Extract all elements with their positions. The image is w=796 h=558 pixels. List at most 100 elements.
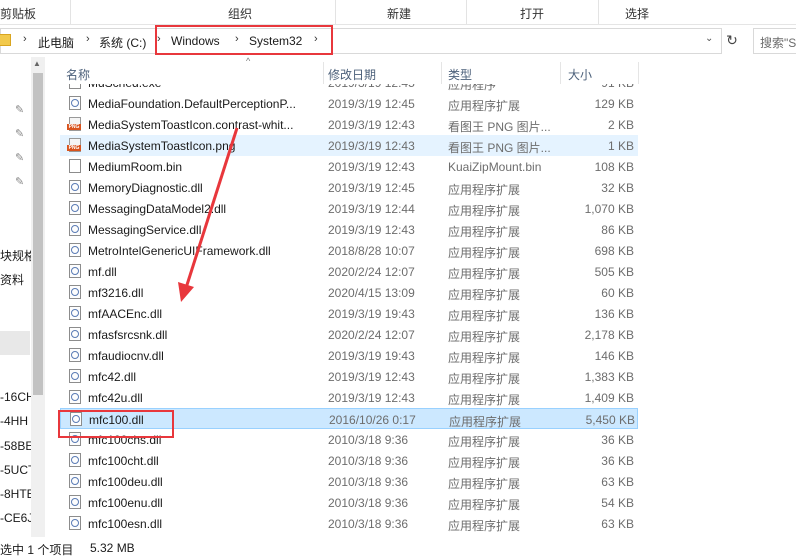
file-type: 应用程序扩展 [448,99,521,113]
ribbon-divider [598,0,599,24]
column-header-name[interactable]: 名称 [66,66,90,83]
file-date: 2010/3/18 9:36 [328,496,409,510]
dll-icon [69,285,81,299]
png-icon: PNG [67,138,81,152]
file-size: 36 KB [601,433,634,447]
file-size: 2,178 KB [584,328,634,342]
chevron-down-icon[interactable]: ⌄ [705,33,713,44]
file-size: 505 KB [594,265,634,279]
file-row[interactable]: mfc100enu.dll 2010/3/18 9:36 应用程序扩展 54 KB [60,492,638,513]
nav-item[interactable]: -CE6J [0,511,33,525]
file-type: 看图王 PNG 图片... [448,141,551,155]
pin-icon[interactable]: ✎ [15,151,24,164]
png-tag: PNG [67,145,81,151]
dll-icon [69,327,81,341]
dll-icon [69,348,81,362]
file-type: 应用程序扩展 [448,393,521,407]
nav-item[interactable]: -58BE [0,439,33,453]
dll-icon [69,96,81,110]
file-row[interactable]: mfc100esn.dll 2010/3/18 9:36 应用程序扩展 63 KB [60,513,638,534]
file-row[interactable]: mfc100deu.dll 2010/3/18 9:36 应用程序扩展 63 KB [60,471,638,492]
nav-item[interactable]: -8HTE [0,487,35,501]
refresh-icon[interactable]: ↻ [723,29,741,51]
file-row[interactable]: mf.dll 2020/2/24 12:07 应用程序扩展 505 KB [60,261,638,282]
status-bar: 选中 1 个项目 5.32 MB [0,539,796,557]
search-input[interactable]: 搜索"S [753,28,796,54]
file-row[interactable]: MdSched.exe 2019/3/19 12:45 应用程序 91 KB [60,84,638,93]
column-divider[interactable] [323,62,324,84]
file-row[interactable]: MemoryDiagnostic.dll 2019/3/19 12:45 应用程序扩… [60,177,638,198]
ribbon-divider [335,0,336,24]
file-row[interactable]: mfc100cht.dll 2010/3/18 9:36 应用程序扩展 36 KB [60,450,638,471]
dll-icon [69,390,81,404]
file-date: 2019/3/19 12:43 [328,391,415,405]
column-header-size[interactable]: 大小 [568,66,592,83]
file-type: 应用程序扩展 [448,351,521,365]
file-type: 应用程序扩展 [448,456,521,470]
file-size: 63 KB [601,475,634,489]
gear-icon [71,288,79,296]
file-row[interactable]: mfc42u.dll 2019/3/19 12:43 应用程序扩展 1,409 KB [60,387,638,408]
file-row[interactable]: MessagingDataModel2.dll 2019/3/19 12:44 应用… [60,198,638,219]
scrollbar-thumb[interactable] [33,73,43,395]
file-row[interactable]: MetroIntelGenericUIFramework.dll 2018/8/2… [60,240,638,261]
nav-item[interactable]: 资料 [0,271,24,288]
file-size: 1,409 KB [584,391,634,405]
column-header-date[interactable]: 修改日期 [328,66,376,83]
png-tag: PNG [67,124,81,130]
chevron-right-icon[interactable]: › [86,33,90,45]
file-size: 36 KB [601,454,634,468]
file-date: 2020/4/15 13:09 [328,286,415,300]
file-size: 86 KB [601,223,634,237]
file-type: 应用程序扩展 [448,477,521,491]
blank-file-icon [69,159,81,173]
file-row[interactable]: mfAACEnc.dll 2019/3/19 19:43 应用程序扩展 136 KB [60,303,638,324]
file-type: 应用程序扩展 [449,415,522,429]
file-type: 应用程序扩展 [448,183,521,197]
status-selected-size: 5.32 MB [90,541,135,555]
file-name: mf3216.dll [88,286,144,300]
nav-item[interactable]: -4HH [0,414,28,428]
column-divider[interactable] [560,62,561,84]
dll-icon [69,306,81,320]
nav-scrollbar[interactable]: ▲ [31,57,45,537]
gear-icon [71,267,79,275]
address-bar[interactable]: › 此电脑 › 系统 (C:) › Windows › System32 › ⌄ [0,28,722,54]
chevron-right-icon[interactable]: › [23,33,27,45]
column-divider[interactable] [638,62,639,84]
breadcrumb-this-pc[interactable]: 此电脑 [38,34,74,51]
column-header-type[interactable]: 类型 [448,66,472,83]
file-row[interactable]: mfaudiocnv.dll 2019/3/19 19:43 应用程序扩展 146 K… [60,345,638,366]
pin-icon[interactable]: ✎ [15,175,24,188]
file-date: 2020/2/24 12:07 [328,265,415,279]
dll-icon [69,369,81,383]
ribbon-group-open: 打开 [520,7,545,21]
file-row[interactable]: MediaFoundation.DefaultPerceptionP... 201… [60,93,638,114]
file-row[interactable]: mfc42.dll 2019/3/19 12:43 应用程序扩展 1,383 KB [60,366,638,387]
file-date: 2010/3/18 9:36 [328,433,409,447]
ribbon-group-clipboard: 剪贴板 [0,7,37,21]
file-row[interactable]: mf3216.dll 2020/4/15 13:09 应用程序扩展 60 KB [60,282,638,303]
file-date: 2019/3/19 12:43 [328,160,415,174]
gear-icon [71,498,79,506]
file-row[interactable]: mfasfsrcsnk.dll 2020/2/24 12:07 应用程序扩展 2,17… [60,324,638,345]
file-type: 应用程序扩展 [448,309,521,323]
sort-ascending-icon: ^ [246,56,251,66]
nav-selected-item[interactable] [0,331,30,355]
file-row[interactable]: PNG MediaSystemToastIcon.png 2019/3/19 12:… [60,135,638,156]
gear-icon [71,477,79,485]
file-row[interactable]: MediumRoom.bin 2019/3/19 12:43 KuaiZipMoun… [60,156,638,177]
file-row[interactable]: MessagingService.dll 2019/3/19 12:43 应用程序扩… [60,219,638,240]
pin-icon[interactable]: ✎ [15,103,24,116]
file-type: 看图王 PNG 图片... [448,120,551,134]
column-divider[interactable] [441,62,442,84]
file-type: 应用程序扩展 [448,498,521,512]
file-type: 应用程序扩展 [448,330,521,344]
pin-icon[interactable]: ✎ [15,127,24,140]
scroll-up-icon[interactable]: ▲ [33,59,41,68]
ribbon-group-new: 新建 [387,7,412,21]
file-row[interactable]: PNG MediaSystemToastIcon.contrast-whit...… [60,114,638,135]
status-selected-count: 选中 1 个项目 [0,543,74,557]
nav-item[interactable]: -16CH [0,390,35,404]
breadcrumb-system-c[interactable]: 系统 (C:) [99,34,146,51]
